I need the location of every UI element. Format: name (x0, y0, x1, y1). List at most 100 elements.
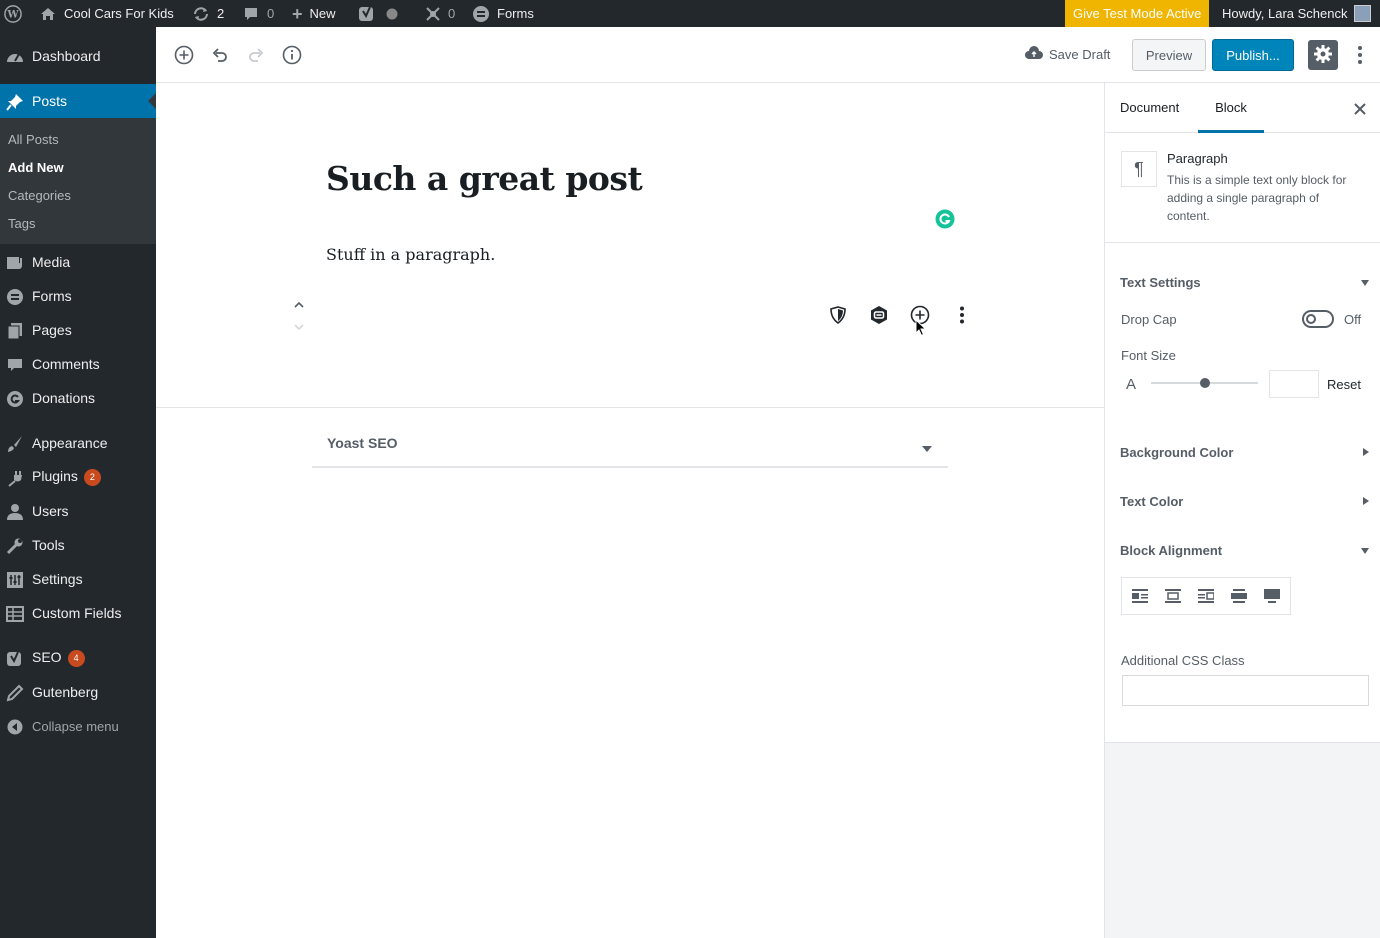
menu-item-users[interactable]: Users (0, 494, 156, 528)
forms-adminbar-link[interactable]: Forms (472, 0, 534, 27)
menu-item-gutenberg[interactable]: Gutenberg (0, 675, 156, 709)
drop-cap-toggle[interactable] (1302, 310, 1334, 328)
menu-item-comments[interactable]: Comments (0, 347, 156, 381)
menu-label-custom-fields: Custom Fields (32, 605, 122, 621)
menu-label-pages: Pages (32, 322, 72, 338)
publish-button[interactable]: Publish... (1212, 39, 1294, 71)
collapse-menu-button[interactable]: Collapse menu (0, 709, 156, 743)
pilcrow-icon: ¶ (1121, 151, 1157, 187)
comments-link[interactable]: 0 (243, 0, 274, 27)
submenu-all-posts[interactable]: All Posts (8, 132, 59, 147)
block-name: Paragraph (1167, 151, 1228, 166)
comment-bubble-icon (243, 6, 259, 22)
yoast-adminbar-link[interactable] (358, 0, 398, 27)
additional-css-class-input[interactable] (1122, 675, 1369, 706)
slider-thumb[interactable] (1199, 378, 1210, 388)
plugins-update-badge: 2 (83, 468, 101, 486)
menu-label-dashboard: Dashboard (32, 48, 101, 64)
menu-item-custom-fields[interactable]: Custom Fields (0, 596, 156, 630)
updates-link[interactable]: 2 (192, 0, 224, 27)
menu-label-settings: Settings (32, 571, 83, 587)
comment-bubble-icon (6, 356, 24, 374)
add-block-icon[interactable] (173, 44, 195, 66)
menu-item-settings[interactable]: Settings (0, 562, 156, 596)
settings-sliders-icon (6, 571, 24, 589)
close-icon[interactable] (1354, 102, 1366, 120)
menu-label-gutenberg: Gutenberg (32, 684, 99, 700)
seo-status-dot-icon (386, 8, 398, 20)
menu-item-seo[interactable]: SEO 4 (0, 641, 156, 675)
shield-block-icon[interactable] (830, 306, 846, 329)
font-size-reset-button[interactable]: Reset (1327, 377, 1361, 392)
background-color-panel-header[interactable]: Background Color (1105, 443, 1380, 461)
paragraph-block[interactable]: Stuff in a paragraph. (326, 245, 495, 264)
menu-label-plugins: Plugins 2 (32, 468, 101, 486)
alignment-toolbar (1121, 577, 1291, 615)
move-block-down-icon[interactable] (293, 319, 305, 337)
mouse-cursor-icon (915, 318, 927, 342)
align-right-icon[interactable] (1198, 589, 1215, 608)
plugins-text: Plugins (32, 468, 78, 485)
menu-item-tools[interactable]: Tools (0, 528, 156, 562)
font-size-label: Font Size (1121, 348, 1176, 363)
menu-item-appearance[interactable]: Appearance (0, 426, 156, 460)
yoast-seo-label: Yoast SEO (327, 435, 398, 451)
submenu-categories[interactable]: Categories (8, 188, 71, 203)
info-icon[interactable] (281, 44, 303, 66)
block-alignment-panel-header[interactable]: Block Alignment (1105, 541, 1380, 559)
menu-item-pages[interactable]: Pages (0, 313, 156, 347)
align-full-width-icon[interactable] (1264, 589, 1280, 608)
sidebar-panels: Document Block ¶ Paragraph This is a sim… (1105, 83, 1380, 743)
block-description: This is a simple text only block for add… (1167, 173, 1347, 223)
align-wide-icon[interactable] (1231, 589, 1247, 608)
give-form-block-icon[interactable] (869, 305, 889, 330)
font-size-slider[interactable] (1151, 378, 1258, 388)
tab-document[interactable]: Document (1120, 83, 1179, 133)
menu-item-plugins[interactable]: Plugins 2 (0, 460, 156, 494)
submenu-tags[interactable]: Tags (8, 216, 35, 231)
new-content-link[interactable]: + New (292, 0, 336, 27)
redo-icon[interactable] (245, 44, 267, 66)
menu-item-posts[interactable]: Posts (0, 84, 156, 118)
menu-item-dashboard[interactable]: Dashboard (0, 39, 156, 73)
undo-icon[interactable] (209, 44, 231, 66)
wordpress-logo-icon[interactable]: W (4, 0, 22, 27)
media-icon (6, 254, 24, 272)
move-block-up-icon[interactable] (293, 297, 305, 315)
drop-cap-state: Off (1344, 312, 1362, 327)
posts-submenu: All Posts Add New Categories Tags (0, 118, 156, 244)
cloud-upload-icon (1025, 46, 1043, 63)
font-size-input[interactable] (1269, 370, 1319, 398)
align-left-icon[interactable] (1132, 589, 1148, 608)
post-title[interactable]: Such a great post (326, 159, 643, 198)
align-center-icon[interactable] (1165, 589, 1181, 608)
give-test-mode-badge[interactable]: Give Test Mode Active (1065, 0, 1210, 27)
menu-label-users: Users (32, 503, 69, 519)
menu-label-tools: Tools (32, 537, 65, 553)
site-name-link[interactable]: Cool Cars For Kids (40, 0, 174, 27)
plugin-adminbar-link[interactable]: 0 (424, 0, 455, 27)
grammarly-icon[interactable] (935, 209, 955, 234)
tools-cross-icon (424, 5, 442, 23)
menu-label-media: Media (32, 254, 71, 270)
more-menu-icon[interactable] (1349, 44, 1371, 66)
menu-item-media[interactable]: Media (0, 245, 156, 279)
svg-text:W: W (6, 9, 19, 20)
drop-cap-label: Drop Cap (1121, 312, 1177, 327)
block-more-options-icon[interactable] (959, 306, 965, 329)
current-menu-arrow (148, 93, 156, 109)
editor-toolbar: Save Draft Preview Publish... (156, 27, 1380, 83)
text-color-title: Text Color (1120, 494, 1184, 509)
menu-item-donations[interactable]: Donations (0, 381, 156, 415)
yoast-seo-metabox[interactable]: Yoast SEO (312, 421, 948, 468)
text-color-panel-header[interactable]: Text Color (1105, 492, 1380, 510)
my-account-link[interactable]: Howdy, Lara Schenck (1222, 0, 1371, 27)
save-draft-button[interactable]: Save Draft (1025, 46, 1110, 63)
submenu-add-new[interactable]: Add New (8, 160, 64, 175)
menu-item-forms[interactable]: Forms (0, 279, 156, 313)
block-card: ¶ Paragraph This is a simple text only b… (1105, 133, 1380, 243)
preview-button[interactable]: Preview (1132, 39, 1206, 71)
settings-toggle-button[interactable] (1308, 40, 1338, 70)
text-settings-panel-header[interactable]: Text Settings (1105, 273, 1380, 291)
tab-block[interactable]: Block (1198, 83, 1264, 133)
